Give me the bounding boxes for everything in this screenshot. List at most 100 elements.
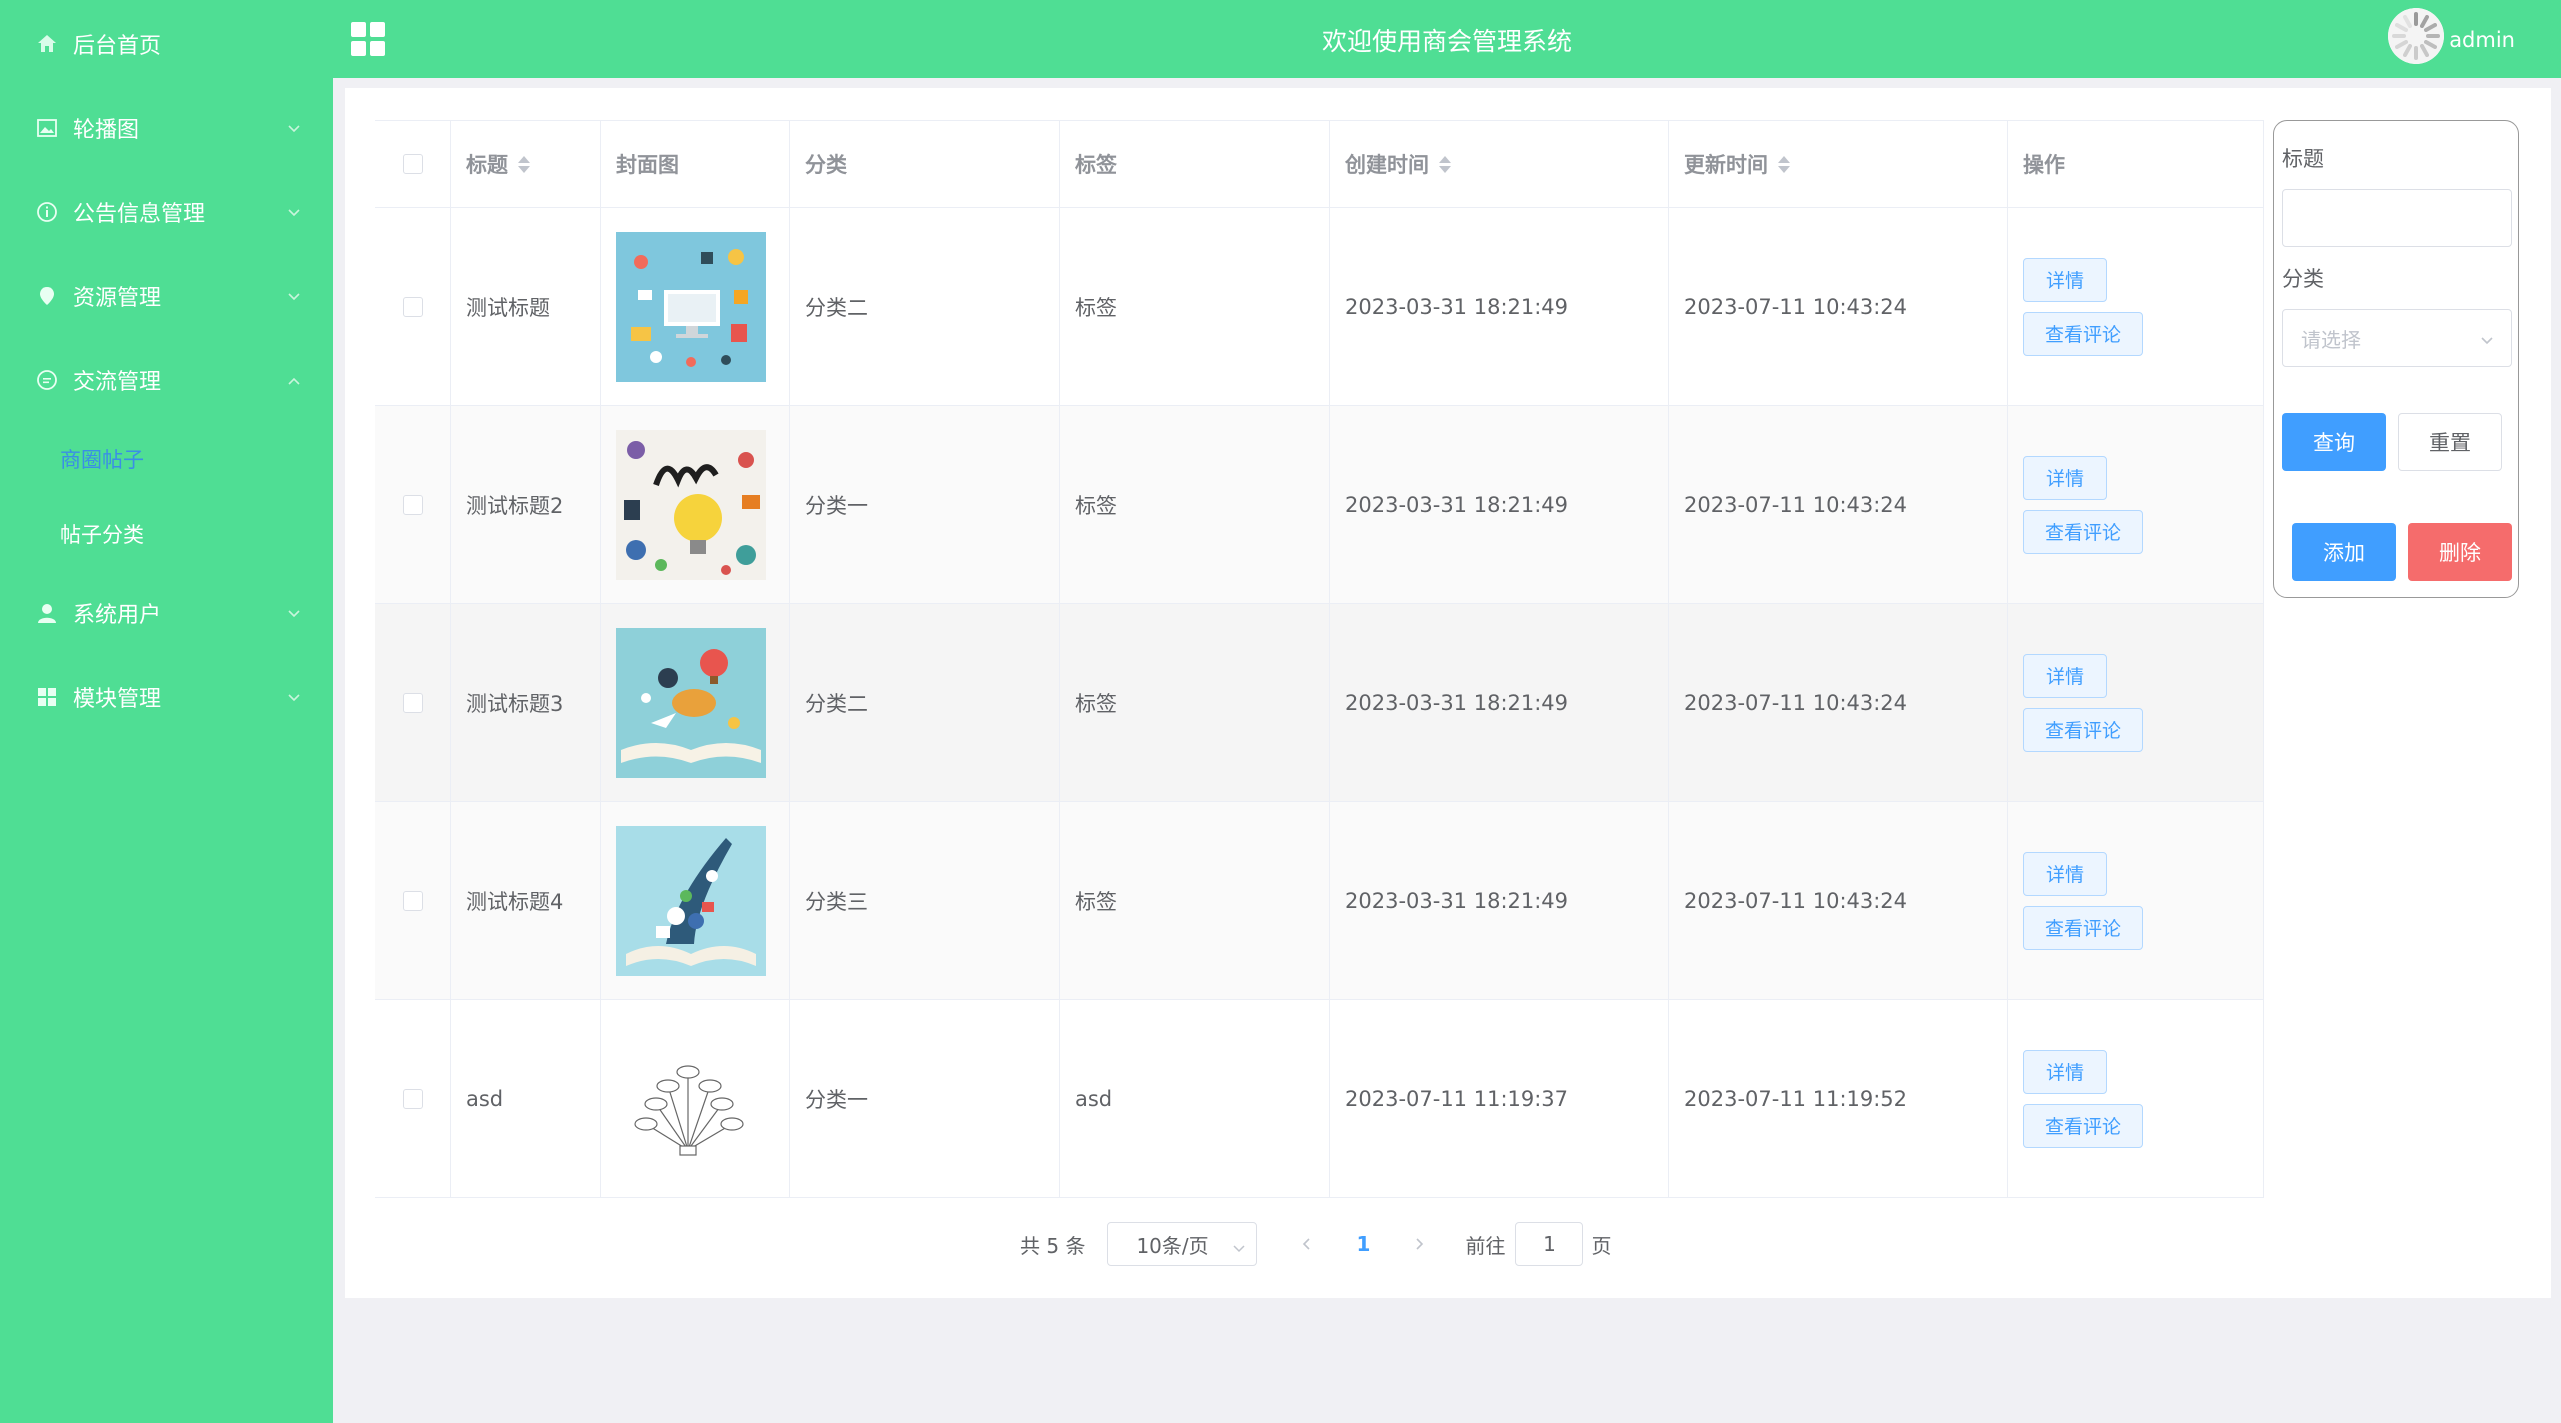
column-header-category: 分类 [790,121,1060,207]
username[interactable]: admin [2449,28,2515,52]
column-header-title[interactable]: 标题 [451,121,601,207]
sort-icon[interactable] [518,155,530,173]
actions-cell: 详情 查看评论 [2008,802,2264,999]
sidebar-item-carousel[interactable]: 轮播图 [0,98,333,158]
chevron-right-icon [1416,1238,1424,1250]
row-checkbox[interactable] [402,692,423,713]
view-comments-button[interactable]: 查看评论 [2023,707,2143,752]
sort-icon[interactable] [1778,155,1790,173]
row-checkbox[interactable] [402,494,423,515]
sidebar-item-label: 后台首页 [73,34,162,59]
sort-icon[interactable] [1439,155,1451,173]
detail-button[interactable]: 详情 [2023,1049,2107,1094]
chevron-down-icon [287,289,301,303]
sidebar-subitem-post-categories[interactable]: 帖子分类 [0,506,333,562]
row-checkbox[interactable] [402,1088,423,1109]
checkbox-cell [375,802,451,999]
table-row: 测试标题2 分类一 标签 2023-03-31 18:21:49 2023-07… [375,406,2264,604]
sidebar-subitem-label: 商圈帖子 [60,448,144,472]
sidebar: 后台首页 轮播图 公告信息管理 资源管理 交流管理 商圈帖子 帖子分类 系统用户… [0,0,333,1423]
sidebar-item-resources[interactable]: 资源管理 [0,266,333,326]
add-button[interactable]: 添加 [2292,523,2396,581]
column-header-label: 分类 [805,153,847,177]
sidebar-item-label: 交流管理 [73,370,162,395]
row-checkbox[interactable] [402,890,423,911]
detail-button[interactable]: 详情 [2023,257,2107,302]
created-time-cell: 2023-03-31 18:21:49 [1330,406,1669,603]
page-number-current[interactable]: 1 [1347,1232,1379,1256]
cover-image [616,429,766,580]
sidebar-item-system-users[interactable]: 系统用户 [0,583,333,643]
search-panel: 标题 分类 请选择 查询 重置 添加 删除 [2273,120,2519,598]
updated-time-cell: 2023-07-11 10:43:24 [1669,604,2008,801]
sidebar-item-home[interactable]: 后台首页 [0,14,333,74]
column-header-label: 标签 [1075,153,1117,177]
column-header-cover: 封面图 [601,121,790,207]
category-cell: 分类二 [790,604,1060,801]
cover-cell [601,802,790,999]
category-select[interactable]: 请选择 [2282,309,2512,367]
prev-page-button[interactable] [1291,1237,1323,1251]
table-row: 测试标题 分类二 标签 2023-03-31 18:21:49 2023-07-… [375,208,2264,406]
column-header-created[interactable]: 创建时间 [1330,121,1669,207]
chevron-up-icon [287,373,301,387]
avatar[interactable] [2388,8,2444,64]
column-header-label: 更新时间 [1684,153,1768,177]
query-button[interactable]: 查询 [2282,413,2386,471]
row-checkbox[interactable] [402,296,423,317]
updated-time-cell: 2023-07-11 10:43:24 [1669,406,2008,603]
view-comments-button[interactable]: 查看评论 [2023,311,2143,356]
pagination: 共 5 条 10条/页 1 前往 1 页 [1020,1222,1611,1266]
select-all-checkbox[interactable] [402,154,423,174]
category-cell: 分类二 [790,208,1060,405]
column-header-updated[interactable]: 更新时间 [1669,121,2008,207]
created-time-cell: 2023-03-31 18:21:49 [1330,604,1669,801]
sidebar-item-announcements[interactable]: 公告信息管理 [0,182,333,242]
updated-time-cell: 2023-07-11 10:43:24 [1669,802,2008,999]
created-time-cell: 2023-07-11 11:19:37 [1330,1000,1669,1197]
cover-cell [601,208,790,405]
goto-page-input[interactable]: 1 [1515,1222,1584,1266]
next-page-button[interactable] [1403,1237,1435,1251]
sidebar-subitem-label: 帖子分类 [60,523,144,547]
image-icon [34,115,60,141]
checkbox-cell [375,604,451,801]
category-cell: 分类一 [790,406,1060,603]
sidebar-item-label: 模块管理 [73,687,162,712]
actions-cell: 详情 查看评论 [2008,1000,2264,1197]
tag-cell: 标签 [1060,208,1330,405]
view-comments-button[interactable]: 查看评论 [2023,509,2143,554]
delete-button[interactable]: 删除 [2408,523,2512,581]
category-select-placeholder: 请选择 [2301,327,2361,352]
title-cell: 测试标题2 [451,406,601,603]
title-filter-input[interactable] [2282,189,2512,247]
reset-button[interactable]: 重置 [2398,413,2502,471]
sidebar-subitem-business-posts[interactable]: 商圈帖子 [0,431,333,487]
title-cell: 测试标题3 [451,604,601,801]
view-comments-button[interactable]: 查看评论 [2023,1103,2143,1148]
checkbox-cell [375,1000,451,1197]
cover-cell [601,406,790,603]
title-cell: 测试标题 [451,208,601,405]
title-cell: asd [451,1000,601,1197]
page-size-select[interactable]: 10条/页 [1107,1222,1258,1266]
sidebar-item-modules[interactable]: 模块管理 [0,667,333,727]
detail-button[interactable]: 详情 [2023,653,2107,698]
view-comments-button[interactable]: 查看评论 [2023,905,2143,950]
title-cell: 测试标题4 [451,802,601,999]
header: 欢迎使用商会管理系统 admin [333,0,2561,78]
column-header-label: 标题 [466,153,508,177]
updated-time-cell: 2023-07-11 10:43:24 [1669,208,2008,405]
sidebar-item-label: 资源管理 [73,286,162,311]
sidebar-item-communication[interactable]: 交流管理 [0,350,333,410]
sidebar-item-label: 系统用户 [73,603,162,628]
detail-button[interactable]: 详情 [2023,851,2107,896]
actions-cell: 详情 查看评论 [2008,604,2264,801]
goto-prefix: 前往 [1465,1233,1506,1258]
tag-cell: 标签 [1060,406,1330,603]
header-checkbox-cell [375,121,451,207]
chevron-down-icon [287,121,301,135]
detail-button[interactable]: 详情 [2023,455,2107,500]
sidebar-item-label: 轮播图 [73,118,140,143]
column-header-label: 封面图 [616,153,679,177]
